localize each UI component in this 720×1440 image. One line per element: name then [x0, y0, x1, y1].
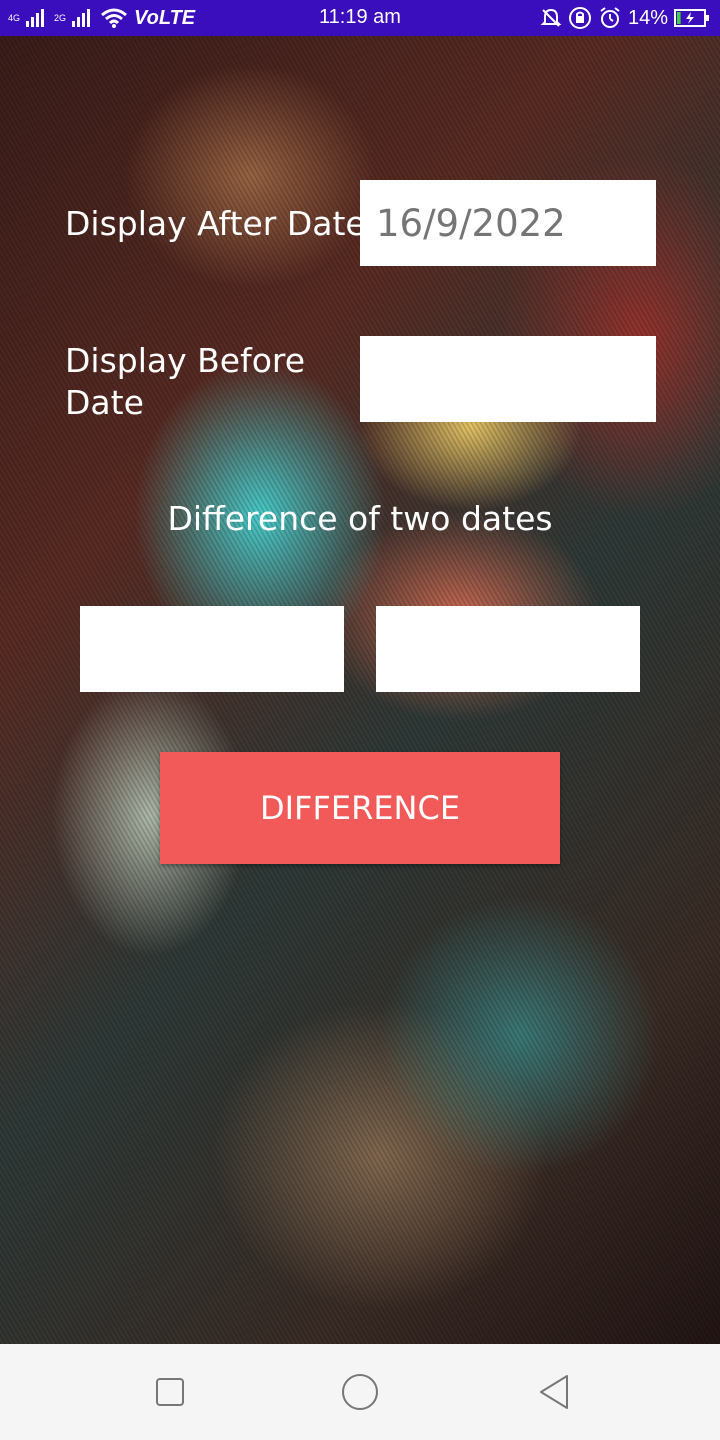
- home-button[interactable]: [340, 1372, 380, 1412]
- result-field-left[interactable]: [80, 606, 344, 692]
- result-field-right[interactable]: [376, 606, 640, 692]
- before-date-label-line1: Display Before: [65, 341, 306, 380]
- alarm-icon: [600, 7, 620, 28]
- after-date-field[interactable]: [360, 180, 656, 266]
- back-button[interactable]: [534, 1372, 574, 1412]
- navigation-bar: [0, 1344, 720, 1440]
- difference-button[interactable]: DIFFERENCE: [160, 752, 560, 864]
- back-icon: [540, 1375, 568, 1409]
- before-date-label: Display Before Date: [65, 340, 305, 424]
- after-date-label: Display After Date: [65, 204, 366, 243]
- lock-rotation-icon: [568, 7, 591, 29]
- battery-percent: 14%: [627, 6, 668, 29]
- difference-heading: Difference of two dates: [167, 499, 553, 538]
- status-bar: 4G 2G VoLTE 11:19 am 14%: [0, 0, 720, 36]
- status-right: 14%: [540, 4, 710, 32]
- home-icon: [342, 1374, 378, 1410]
- mute-icon: [540, 8, 562, 27]
- recent-apps-button[interactable]: [150, 1372, 190, 1412]
- recent-apps-icon: [156, 1378, 184, 1406]
- before-date-field[interactable]: [360, 336, 656, 422]
- battery-charging-icon: [674, 9, 709, 27]
- before-date-label-line2: Date: [65, 383, 144, 422]
